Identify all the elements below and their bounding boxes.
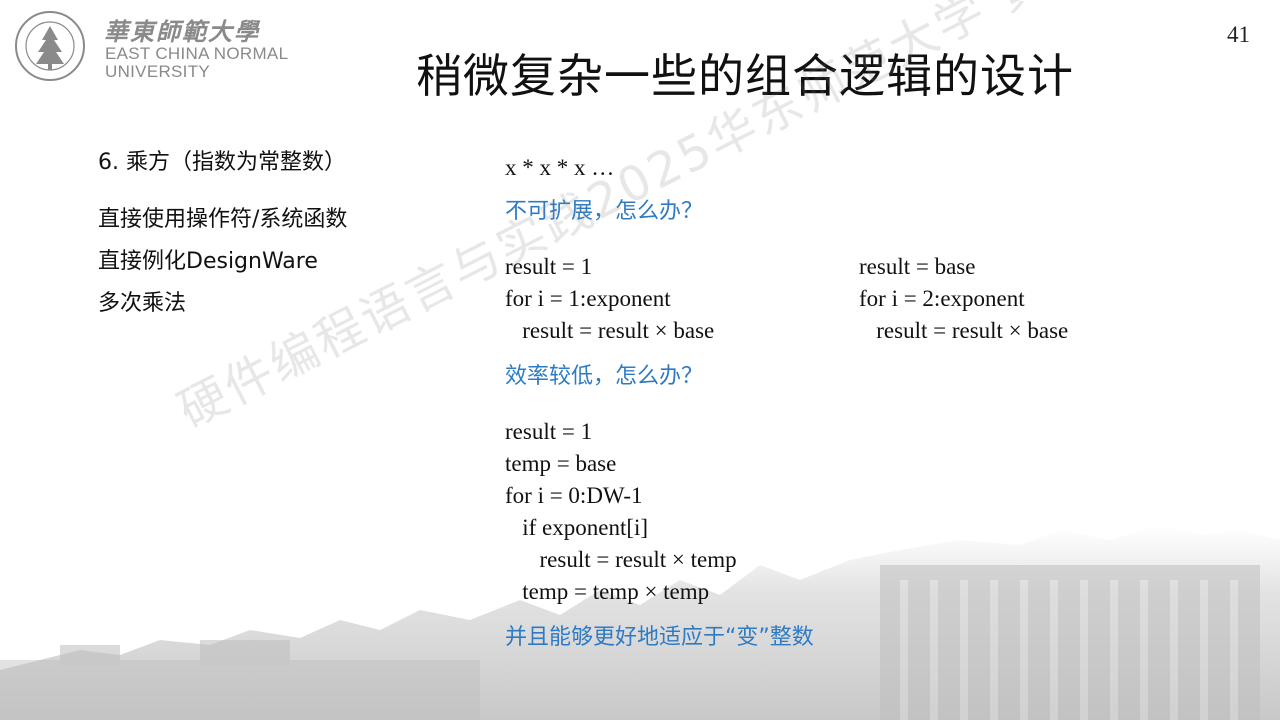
- page-number: 41: [1227, 22, 1250, 47]
- code-loop3-line3: for i = 0:DW-1: [505, 483, 643, 508]
- university-seal-icon: [15, 11, 85, 81]
- code-loop3-line1: result = 1: [505, 419, 593, 444]
- university-logo: 華東師範大學 EAST CHINA NORMAL UNIVERSITY: [8, 6, 298, 86]
- logo-english-line2: UNIVERSITY: [105, 62, 211, 81]
- list-item: 直接使用操作符/系统函数: [98, 207, 348, 232]
- note-low-efficiency: 效率较低，怎么办？: [505, 364, 704, 389]
- logo-english-line1: EAST CHINA NORMAL: [105, 44, 289, 63]
- logo-chinese-name: 華東師範大學: [104, 17, 260, 46]
- code-loop1-line3: result = result × base: [505, 318, 715, 343]
- list-item: 直接例化DesignWare: [98, 249, 318, 274]
- note-variable-integer: 并且能够更好地适应于“变”整数: [505, 625, 814, 650]
- code-loop3-line5: result = result × temp: [505, 547, 737, 572]
- code-loop1-line2: for i = 1:exponent: [505, 286, 671, 311]
- list-item: 多次乘法: [98, 291, 187, 316]
- section-heading: 6. 乘方（指数为常整数）: [98, 150, 346, 175]
- code-loop2-line2: for i = 2:exponent: [859, 286, 1025, 311]
- code-loop3-line2: temp = base: [505, 451, 617, 476]
- code-loop3-line6: temp = temp × temp: [505, 579, 710, 604]
- code-loop2-line3: result = result × base: [859, 318, 1069, 343]
- code-loop3-line4: if exponent[i]: [505, 515, 649, 540]
- code-loop2-line1: result = base: [859, 254, 976, 279]
- slide: 華東師範大學 EAST CHINA NORMAL UNIVERSITY 41 稍…: [0, 0, 1280, 720]
